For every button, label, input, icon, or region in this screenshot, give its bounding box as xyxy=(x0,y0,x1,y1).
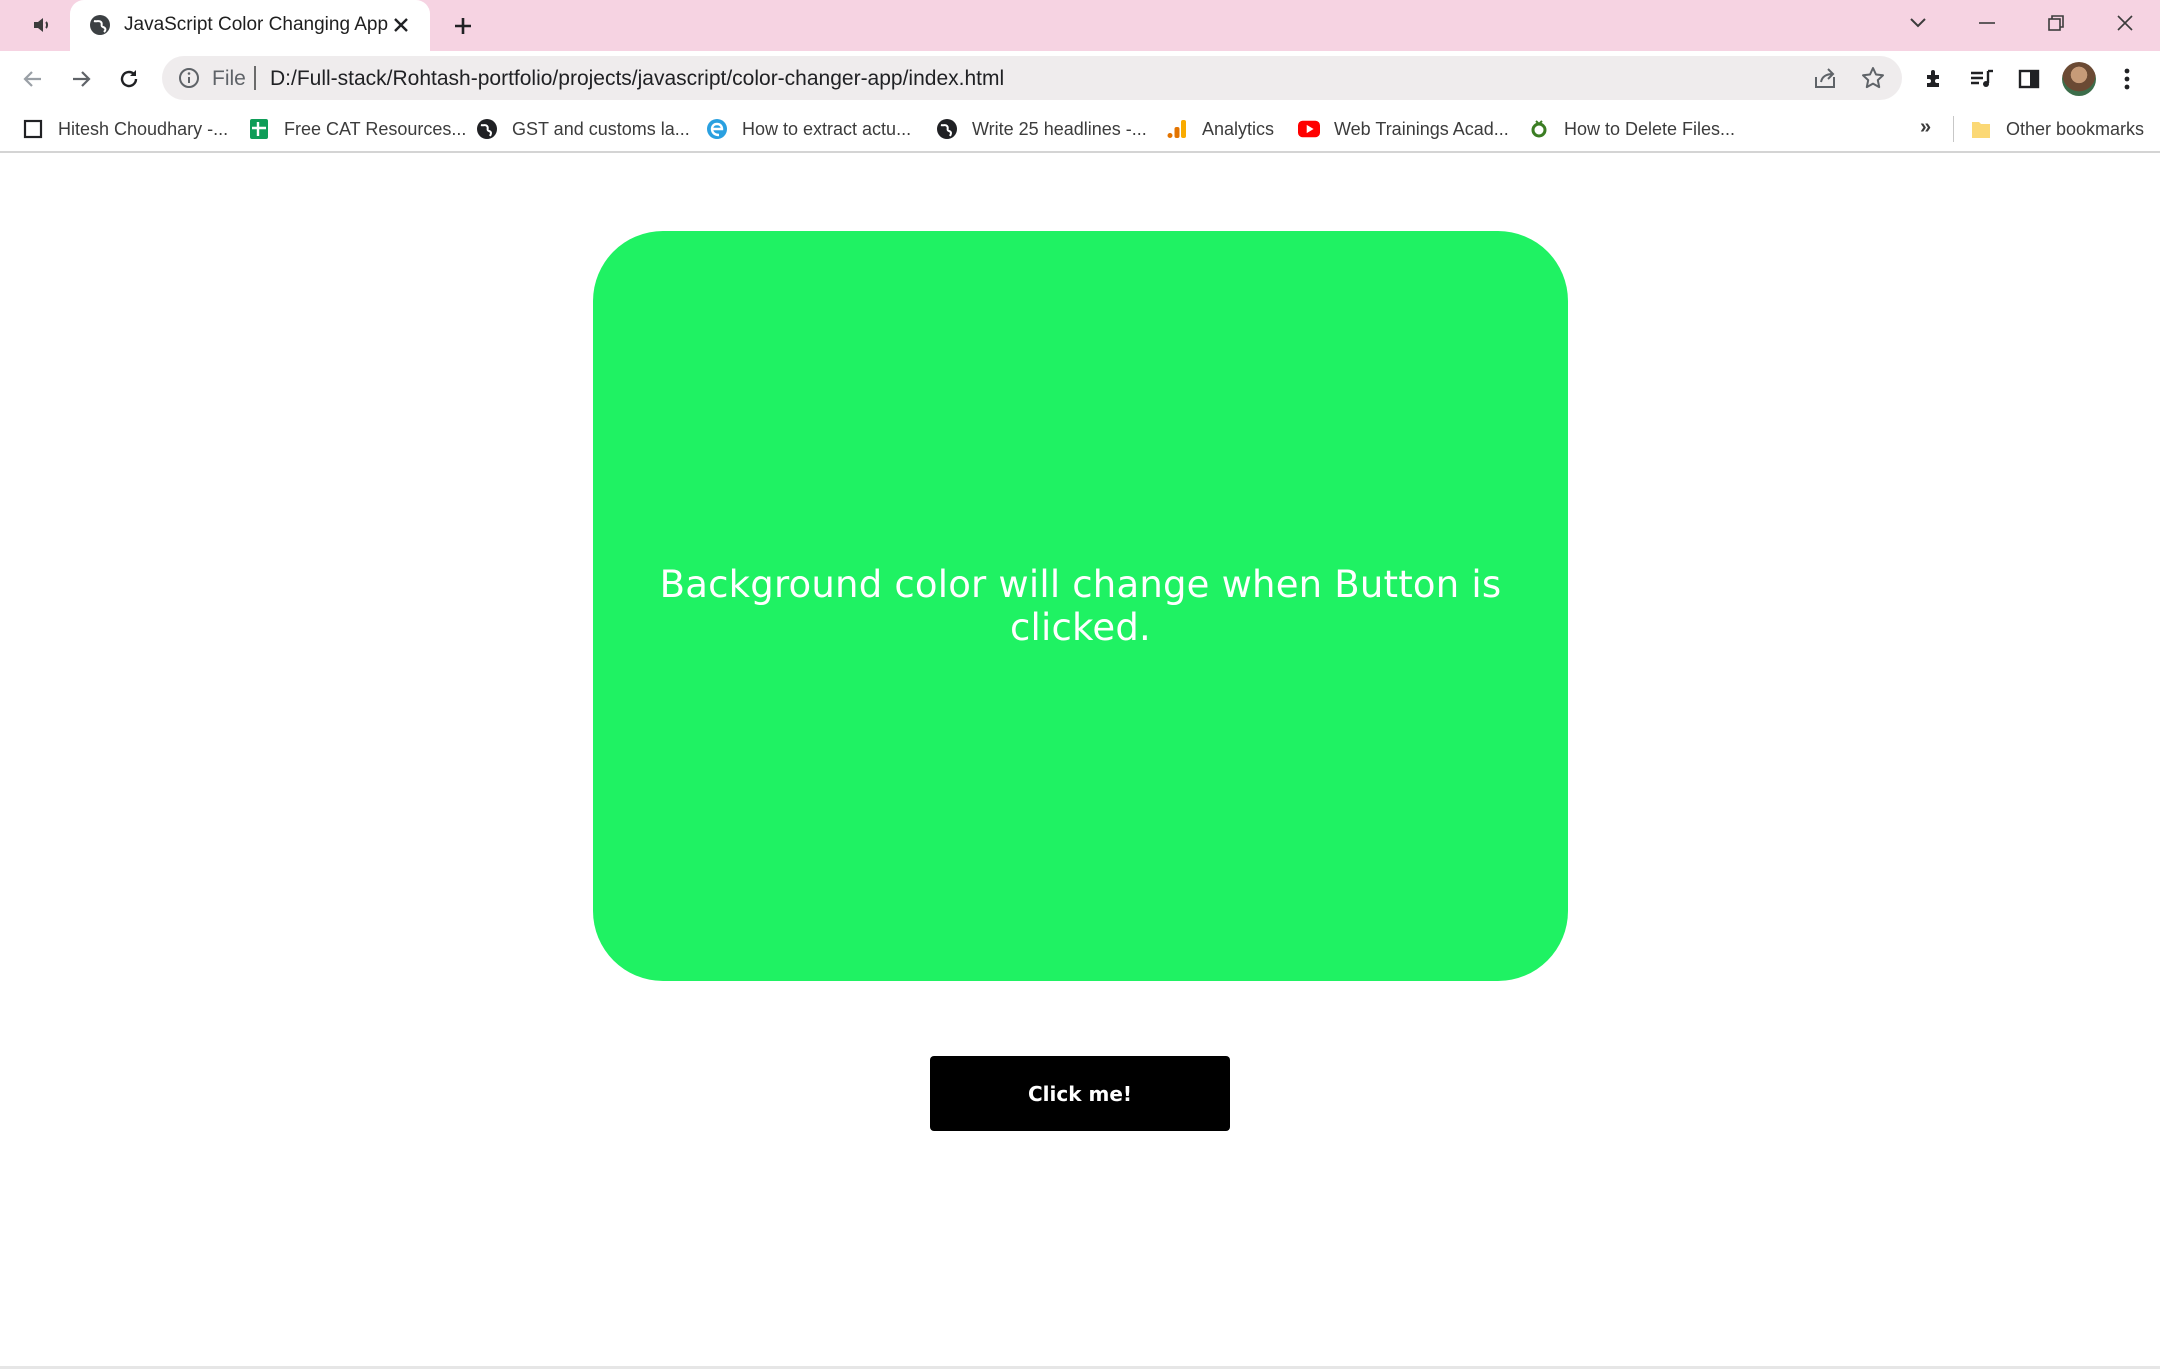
globe-icon xyxy=(936,118,958,140)
youtube-icon xyxy=(1298,118,1320,140)
close-window-icon[interactable] xyxy=(2103,6,2147,40)
bookmark-label: Hitesh Choudhary -... xyxy=(58,118,229,139)
tab-strip: JavaScript Color Changing App xyxy=(0,0,2160,51)
minimize-icon[interactable] xyxy=(1965,6,2009,40)
bookmark-label: Analytics xyxy=(1202,118,1275,139)
globe-icon xyxy=(476,118,498,140)
bookmark-label: Other bookmarks xyxy=(2006,118,2145,139)
url-text[interactable]: D:/Full-stack/Rohtash-portfolio/projects… xyxy=(270,67,1004,91)
color-card: Background color will change when Button… xyxy=(593,231,1568,981)
bookmark-label: How to Delete Files... xyxy=(1564,118,1736,139)
kebab-menu-icon[interactable] xyxy=(2112,64,2142,94)
back-arrow-icon[interactable] xyxy=(18,64,48,94)
bookmark-item[interactable]: Hitesh Choudhary -... xyxy=(22,116,228,142)
bookmarks-overflow-button[interactable]: » xyxy=(1920,116,1931,139)
address-separator xyxy=(254,66,256,90)
bookmark-label: How to extract actu... xyxy=(742,118,912,139)
bookmark-item[interactable]: Free CAT Resources... xyxy=(248,116,466,142)
tab-audio-icon[interactable] xyxy=(28,12,58,38)
media-control-icon[interactable] xyxy=(1967,64,1997,94)
globe-icon xyxy=(88,13,112,37)
bookmark-label: Write 25 headlines -... xyxy=(972,118,1147,139)
bookmark-item[interactable]: Web Trainings Acad... xyxy=(1298,116,1509,142)
tab-title: JavaScript Color Changing App xyxy=(124,14,389,35)
profile-avatar[interactable] xyxy=(2062,62,2096,96)
bookmark-label: GST and customs la... xyxy=(512,118,690,139)
reload-icon[interactable] xyxy=(114,64,144,94)
browser-toolbar: File D:/Full-stack/Rohtash-portfolio/pro… xyxy=(0,51,2160,106)
click-me-button[interactable]: Click me! xyxy=(930,1056,1230,1131)
folder-icon xyxy=(1970,118,1992,140)
address-bar[interactable]: File D:/Full-stack/Rohtash-portfolio/pro… xyxy=(162,56,1902,100)
tab-search-icon[interactable] xyxy=(1896,6,1940,40)
forward-arrow-icon[interactable] xyxy=(66,64,96,94)
scheme-label: File xyxy=(212,67,246,90)
bookmark-label: Web Trainings Acad... xyxy=(1334,118,1509,139)
extensions-icon[interactable] xyxy=(1920,64,1950,94)
active-tab[interactable]: JavaScript Color Changing App xyxy=(70,0,430,51)
side-panel-icon[interactable] xyxy=(2014,64,2044,94)
bookmark-item[interactable]: How to Delete Files... xyxy=(1528,116,1735,142)
card-message: Background color will change when Button… xyxy=(659,563,1502,649)
bookmark-item[interactable]: How to extract actu... xyxy=(706,116,911,142)
bookmarks-bar: Hitesh Choudhary -... Free CAT Resources… xyxy=(0,106,2160,153)
share-icon[interactable] xyxy=(1812,65,1838,91)
analytics-icon xyxy=(1166,118,1188,140)
bookmarks-divider xyxy=(1953,116,1954,142)
bookmark-item[interactable]: GST and customs la... xyxy=(476,116,690,142)
page-outline-icon xyxy=(22,118,44,140)
page-viewport: Background color will change when Button… xyxy=(0,155,2160,1367)
bookmark-item[interactable]: Write 25 headlines -... xyxy=(936,116,1147,142)
restore-icon[interactable] xyxy=(2034,6,2078,40)
other-bookmarks-folder[interactable]: Other bookmarks xyxy=(1970,116,2144,142)
new-tab-button[interactable] xyxy=(448,11,478,41)
edge-icon xyxy=(706,118,728,140)
bookmark-star-icon[interactable] xyxy=(1860,65,1886,91)
bookmark-label: Free CAT Resources... xyxy=(284,118,467,139)
sheets-icon xyxy=(248,118,270,140)
site-icon xyxy=(1528,118,1550,140)
site-info-icon[interactable] xyxy=(178,67,200,89)
bookmark-item[interactable]: Analytics xyxy=(1166,116,1274,142)
close-tab-icon[interactable] xyxy=(388,12,414,38)
